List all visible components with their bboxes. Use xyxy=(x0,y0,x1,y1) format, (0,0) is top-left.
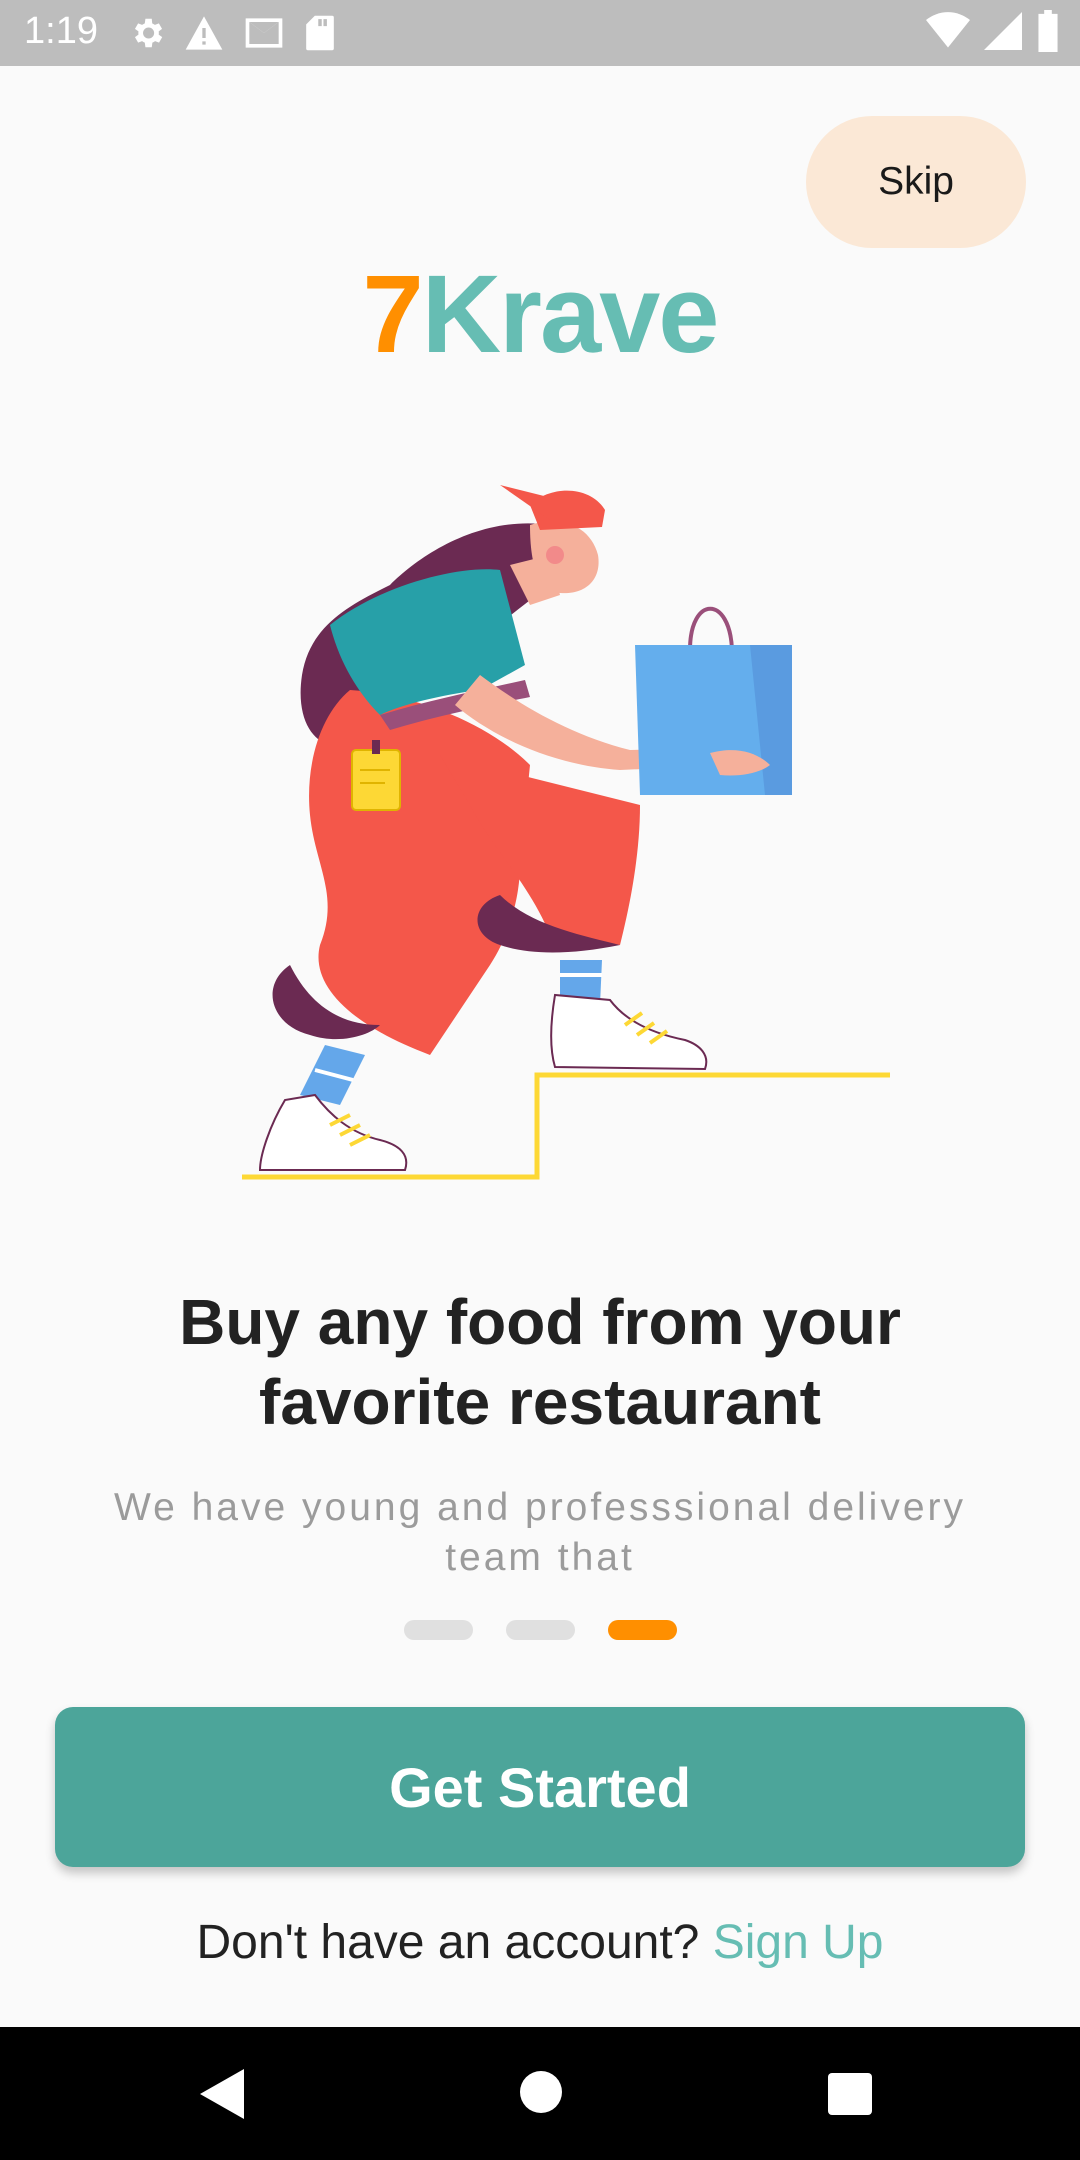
system-nav-bar xyxy=(0,2027,1080,2160)
page-dot-1[interactable] xyxy=(404,1620,473,1640)
delivery-illustration xyxy=(230,465,900,1185)
skip-button[interactable]: Skip xyxy=(806,116,1026,248)
logo-number: 7 xyxy=(362,253,424,376)
home-icon[interactable] xyxy=(518,2069,564,2120)
onboarding-title: Buy any food from your favorite restaura… xyxy=(179,1286,901,1438)
sign-up-link[interactable]: Sign Up xyxy=(713,1916,884,1969)
status-icons-right xyxy=(926,9,1060,57)
get-started-button[interactable]: Get Started xyxy=(55,1707,1025,1867)
logo-wordmark: Krave xyxy=(421,253,720,376)
signup-prompt-line: Don't have an account? Sign Up xyxy=(0,1915,1080,1970)
settings-icon xyxy=(128,14,166,54)
back-icon[interactable] xyxy=(200,2069,244,2124)
signal-icon xyxy=(984,11,1022,55)
app-logo: 7Krave xyxy=(0,255,1080,375)
status-icons-left xyxy=(128,14,336,54)
status-time: 1:19 xyxy=(24,10,98,52)
gmail-icon xyxy=(242,14,286,54)
signup-prompt: Don't have an account? xyxy=(196,1916,700,1969)
page-dot-2[interactable] xyxy=(506,1620,575,1640)
sd-card-icon xyxy=(304,14,336,54)
page-indicator xyxy=(404,1620,677,1640)
status-bar: 1:19 xyxy=(0,0,1080,66)
page-dot-3[interactable] xyxy=(608,1620,677,1640)
battery-icon xyxy=(1036,9,1060,57)
recents-icon[interactable] xyxy=(828,2073,872,2120)
warning-icon xyxy=(184,14,224,54)
wifi-icon xyxy=(926,11,970,55)
onboarding-subtitle: We have young and professsional delivery… xyxy=(113,1486,967,1579)
